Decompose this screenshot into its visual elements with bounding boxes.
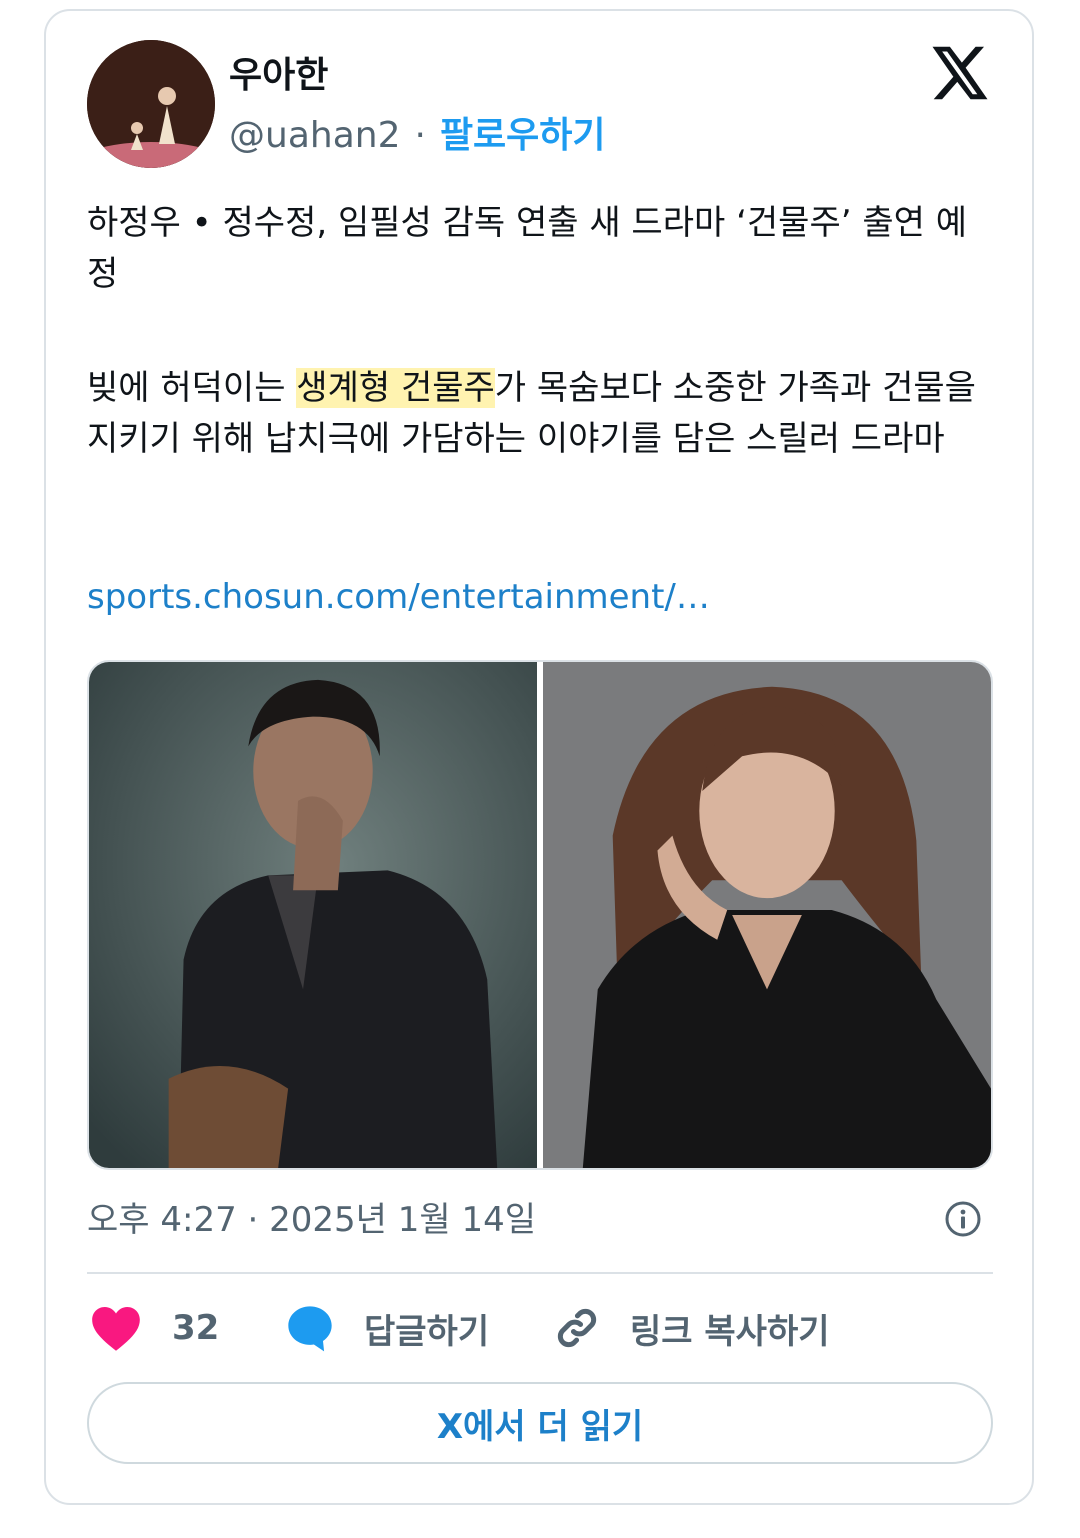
photo-actor-left[interactable] <box>89 662 537 1168</box>
author-avatar[interactable] <box>87 40 215 168</box>
divider <box>87 1272 993 1274</box>
follow-button[interactable]: 팔로우하기 <box>440 106 606 158</box>
info-icon[interactable] <box>944 1200 982 1238</box>
x-logo-icon[interactable] <box>930 44 990 102</box>
avatar-illustration <box>87 40 215 168</box>
tweet-timestamp[interactable]: 오후 4:27 · 2025년 1월 14일 <box>87 1192 536 1241</box>
article-link[interactable]: sports.chosun.com/entertainment/… <box>87 577 710 617</box>
handle-separator: · <box>414 115 426 156</box>
tweet-link-line: sports.chosun.com/entertainment/… <box>87 572 710 623</box>
copy-link-button[interactable]: 링크 복사하기 <box>552 1300 830 1356</box>
author-handle-row: @uahan2 · 팔로우하기 <box>229 106 606 158</box>
copy-link-label: 링크 복사하기 <box>630 1311 830 1352</box>
tweet-summary: 빚에 허덕이는 생계형 건물주가 목숨보다 소중한 가족과 건물을 지키기 위해… <box>87 368 976 459</box>
heart-icon <box>92 1306 140 1351</box>
speech-bubble-icon <box>288 1306 332 1352</box>
tweet-text: 하정우 • 정수정, 임필성 감독 연출 새 드라마 ‘건물주’ 출연 예정 빚… <box>87 198 997 465</box>
read-more-on-x-button[interactable]: X에서 더 읽기 <box>87 1382 993 1464</box>
photo-actress-right[interactable] <box>543 662 991 1168</box>
like-button[interactable]: 32 <box>90 1300 219 1356</box>
reply-label: 답글하기 <box>364 1311 490 1352</box>
reply-button[interactable]: 답글하기 <box>284 1300 489 1356</box>
tweet-headline: 하정우 • 정수정, 임필성 감독 연출 새 드라마 ‘건물주’ 출연 예정 <box>87 203 967 294</box>
author-handle[interactable]: @uahan2 <box>229 115 400 156</box>
media-grid <box>87 660 993 1170</box>
link-icon <box>557 1308 597 1348</box>
author-display-name[interactable]: 우아한 <box>229 46 328 98</box>
highlighted-text: 생계형 건물주 <box>296 368 495 408</box>
like-count: 32 <box>172 1308 220 1348</box>
